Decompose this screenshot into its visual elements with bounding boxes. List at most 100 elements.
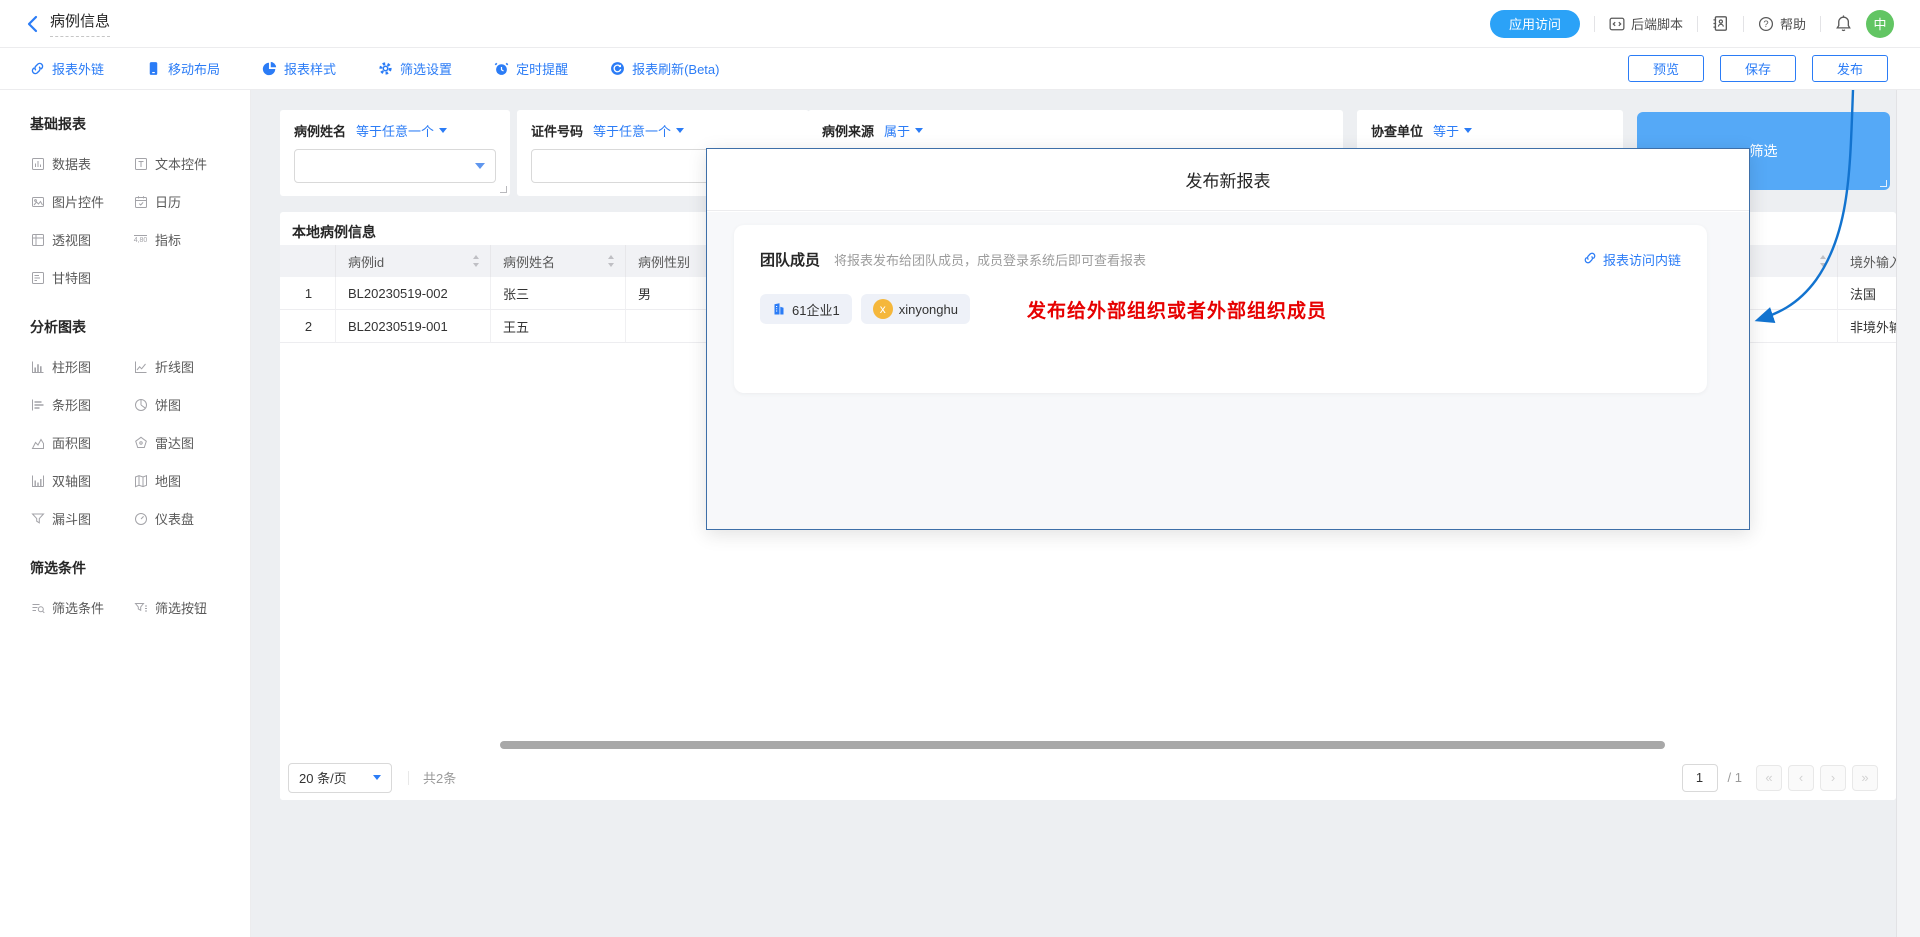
page-size-select[interactable]: 20 条/页 (288, 763, 392, 793)
sidebar-item-line-chart[interactable]: 折线图 (133, 357, 250, 376)
sidebar-item-label: 折线图 (155, 357, 194, 376)
link-icon (1583, 251, 1597, 268)
report-designer-page: 病例信息 应用访问 后端脚本 帮助 中 (0, 0, 1920, 937)
filter-value-select[interactable] (294, 149, 496, 183)
building-icon (772, 302, 786, 316)
sidebar-item-gantt-chart[interactable]: 甘特图 (30, 268, 133, 287)
sidebar-item-calendar[interactable]: 日历 (133, 192, 250, 211)
table-cell: 张三 (491, 277, 626, 310)
sidebar-item-label: 筛选条件 (52, 598, 104, 617)
sort-icon[interactable] (607, 254, 615, 268)
next-page-button[interactable]: › (1820, 765, 1846, 791)
sidebar-item-filter-button[interactable]: 筛选按钮 (133, 598, 250, 617)
sidebar-item-dual-axis-chart[interactable]: 双轴图 (30, 471, 133, 490)
app-access-button[interactable]: 应用访问 (1490, 10, 1580, 38)
question-circle-icon (1758, 16, 1774, 32)
filter-operator-dropdown[interactable]: 属于 (884, 121, 923, 140)
sort-icon[interactable] (1819, 254, 1827, 268)
save-button[interactable]: 保存 (1720, 55, 1796, 82)
table-header-cell (280, 245, 336, 277)
sort-icon[interactable] (472, 254, 480, 268)
member-tag-user[interactable]: x xinyonghu (861, 294, 970, 324)
toolbar-item-report-refresh[interactable]: 报表刷新(Beta) (610, 59, 719, 78)
chevron-down-icon (439, 128, 447, 133)
text-widget-icon (133, 157, 148, 171)
toolbar-item-external-link[interactable]: 报表外链 (30, 59, 104, 78)
area-chart-icon (30, 436, 45, 450)
table-cell: 非境外输入 (1838, 310, 1896, 343)
toolbar-item-scheduled-reminder[interactable]: 定时提醒 (494, 59, 568, 78)
resize-handle[interactable] (500, 186, 507, 193)
sidebar-item-filter-condition[interactable]: 筛选条件 (30, 598, 133, 617)
footer-divider (408, 771, 409, 785)
header-divider (1697, 16, 1698, 32)
sidebar-item-funnel-chart[interactable]: 漏斗图 (30, 509, 133, 528)
backend-script-button[interactable]: 后端脚本 (1609, 14, 1683, 33)
sidebar-item-map[interactable]: 地图 (133, 471, 250, 490)
sidebar-item-label: 指标 (155, 230, 181, 249)
pie-style-icon (262, 61, 277, 76)
sidebar-item-gauge-chart[interactable]: 仪表盘 (133, 509, 250, 528)
sidebar-item-data-table[interactable]: 数据表 (30, 154, 133, 173)
toolbar-item-label: 报表外链 (52, 59, 104, 78)
filter-operator-dropdown[interactable]: 等于 (1433, 121, 1472, 140)
gauge-chart-icon (133, 512, 148, 526)
preview-button[interactable]: 预览 (1628, 55, 1704, 82)
sidebar-item-text-widget[interactable]: 文本控件 (133, 154, 250, 173)
sidebar-section-title: 分析图表 (30, 317, 250, 337)
help-button[interactable]: 帮助 (1758, 14, 1806, 33)
table-header-cell: 境外输入 (1838, 245, 1896, 277)
sidebar-item-image-widget[interactable]: 图片控件 (30, 192, 133, 211)
page-scrollbar-track[interactable] (1896, 90, 1920, 937)
sidebar-item-pie-chart[interactable]: 饼图 (133, 395, 250, 414)
page-title: 病例信息 (50, 10, 110, 37)
page-count-label: / 1 (1728, 770, 1742, 785)
sidebar-item-label: 透视图 (52, 230, 91, 249)
filter-field-label: 病例来源 (822, 121, 874, 140)
gear-icon (378, 61, 393, 76)
widget-sidebar: 基础报表 数据表 文本控件 图片控件 日历 透视图 4,80指标 甘特图 分析图… (0, 90, 251, 937)
annotation-text: 发布给外部组织或者外部组织成员 (1027, 296, 1327, 323)
backend-script-label: 后端脚本 (1631, 14, 1683, 33)
horizontal-scrollbar-thumb[interactable] (500, 741, 1665, 749)
back-button[interactable] (22, 14, 42, 34)
sidebar-section-title: 基础报表 (30, 114, 250, 134)
sidebar-section-title: 筛选条件 (30, 558, 250, 578)
bar-chart-icon (30, 398, 45, 412)
sidebar-item-bar-chart[interactable]: 条形图 (30, 395, 133, 414)
toolbar-item-filter-settings[interactable]: 筛选设置 (378, 59, 452, 78)
report-internal-link[interactable]: 报表访问内链 (1583, 250, 1681, 269)
sidebar-item-pivot-table[interactable]: 透视图 (30, 230, 133, 249)
toolbar-item-report-style[interactable]: 报表样式 (262, 59, 336, 78)
publish-button[interactable]: 发布 (1812, 55, 1888, 82)
last-page-button[interactable]: » (1852, 765, 1878, 791)
user-avatar[interactable]: 中 (1866, 10, 1894, 38)
header-divider (1743, 16, 1744, 32)
notifications-button[interactable] (1835, 15, 1852, 32)
chevron-down-icon (676, 128, 684, 133)
table-header-cell[interactable]: 病例姓名 (491, 245, 626, 277)
first-page-button[interactable]: « (1756, 765, 1782, 791)
filter-card-case-name[interactable]: 病例姓名 等于任意一个 (280, 110, 510, 196)
sidebar-item-area-chart[interactable]: 面积图 (30, 433, 133, 452)
sidebar-item-radar-chart[interactable]: 雷达图 (133, 433, 250, 452)
address-book-icon (1712, 15, 1729, 32)
filter-operator-dropdown[interactable]: 等于任意一个 (593, 121, 684, 140)
sidebar-item-metric[interactable]: 4,80指标 (133, 230, 250, 249)
table-cell: 王五 (491, 310, 626, 343)
filter-operator-dropdown[interactable]: 等于任意一个 (356, 121, 447, 140)
member-tag-label: xinyonghu (899, 302, 958, 317)
table-header-cell[interactable]: 病例id (336, 245, 491, 277)
member-tag-org[interactable]: 61企业1 (760, 294, 852, 324)
resize-handle[interactable] (1880, 180, 1887, 187)
prev-page-button[interactable]: ‹ (1788, 765, 1814, 791)
sidebar-item-label: 甘特图 (52, 268, 91, 287)
page-number-input[interactable] (1682, 764, 1718, 792)
table-cell: 法国 (1838, 277, 1896, 310)
contacts-button[interactable] (1712, 15, 1729, 32)
sidebar-item-column-chart[interactable]: 柱形图 (30, 357, 133, 376)
link-icon (30, 61, 45, 76)
toolbar-item-mobile-layout[interactable]: 移动布局 (146, 59, 220, 78)
team-members-card: 团队成员 将报表发布给团队成员，成员登录系统后即可查看报表 报表访问内链 61企… (734, 225, 1707, 393)
sidebar-item-label: 面积图 (52, 433, 91, 452)
